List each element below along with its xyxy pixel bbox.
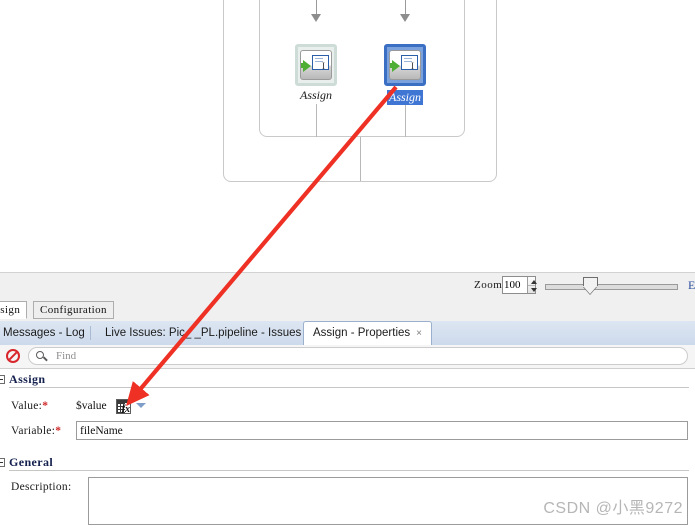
variable-field-label: Variable:* <box>11 425 62 437</box>
chevron-down-icon[interactable] <box>136 403 146 408</box>
zoom-input[interactable] <box>503 277 527 293</box>
zoom-spinner[interactable] <box>502 276 537 294</box>
zoom-slider-thumb[interactable] <box>583 277 598 294</box>
process-container-inner <box>259 0 465 137</box>
zoom-thumb-point <box>583 286 597 294</box>
close-icon[interactable]: × <box>416 328 422 339</box>
connector-line-join <box>360 137 361 181</box>
tab-configuration[interactable]: Configuration <box>33 301 114 319</box>
text-caret-icon: I <box>322 61 325 71</box>
section-general-header[interactable]: General <box>0 455 695 471</box>
text-field-icon: I <box>401 55 418 71</box>
tab-assign-properties[interactable]: Assign - Properties × <box>303 321 432 346</box>
zoom-thumb-top <box>583 277 598 286</box>
find-field-wrapper[interactable] <box>28 347 688 365</box>
section-general-title: General <box>9 455 54 469</box>
tab-separator <box>90 326 91 340</box>
zoom-increment-button[interactable] <box>528 277 537 286</box>
variable-input[interactable] <box>76 421 688 440</box>
function-fx-button[interactable]: fx <box>116 399 131 414</box>
properties-find-toolbar <box>0 345 695 369</box>
assign-node-1-box[interactable]: I <box>295 44 337 86</box>
search-icon <box>36 351 44 359</box>
fx-icon-letters: fx <box>121 404 130 414</box>
section-divider <box>9 387 689 388</box>
tab-live-issues[interactable]: Live Issues: Pic_ _PL.pipeline - Issues <box>96 321 310 345</box>
text-field-icon: I <box>312 55 329 71</box>
collapse-toggle-icon[interactable] <box>0 375 5 384</box>
tab-design[interactable]: esign <box>0 301 28 319</box>
tab-assign-properties-label: Assign - Properties <box>313 327 411 339</box>
section-divider <box>9 470 689 471</box>
zoom-slider-track[interactable] <box>545 284 678 290</box>
section-general: General <box>0 455 695 471</box>
assign-node-1-label: Assign <box>299 88 332 102</box>
right-edge-partial-glyph: E <box>688 278 695 292</box>
description-field-label: Description: <box>11 481 72 493</box>
no-entry-icon[interactable] <box>6 349 20 363</box>
application-window: I Assign I Assign Zoom: 100 E sign Confi… <box>0 0 695 530</box>
tab-messages-log[interactable]: Messages - Log <box>0 321 94 345</box>
connector-arrowhead-2 <box>400 14 410 22</box>
zoom-spinner-buttons[interactable] <box>527 277 537 294</box>
zoom-decrement-button[interactable] <box>528 286 537 294</box>
search-input[interactable] <box>54 349 658 363</box>
section-assign-header[interactable]: Assign <box>0 372 695 388</box>
editor-tab-strip: esign Configuration <box>0 299 695 321</box>
connector-line-out-1 <box>316 104 317 137</box>
bottom-panel-tab-bar: Messages - Log Live Issues: Pic_ _PL.pip… <box>0 321 695 346</box>
green-arrow-icon <box>392 60 400 72</box>
text-caret-icon: I <box>411 61 414 71</box>
value-field-label: Value:* <box>11 400 49 412</box>
assign-icon: I <box>389 50 421 80</box>
assign-icon: I <box>300 50 332 80</box>
pipeline-canvas[interactable]: I Assign I Assign <box>0 0 695 272</box>
watermark: CSDN @小黑9272 <box>543 500 683 517</box>
connector-arrowhead-1 <box>311 14 321 22</box>
assign-node-2-label: Assign <box>386 90 423 105</box>
connector-line-out-2 <box>405 104 406 137</box>
section-assign-title: Assign <box>9 372 46 386</box>
value-field-value: $value <box>76 400 107 412</box>
green-arrow-icon <box>303 60 311 72</box>
collapse-toggle-icon[interactable] <box>0 458 5 467</box>
section-assign: Assign <box>0 372 695 388</box>
assign-node-2-box[interactable]: I <box>384 44 426 86</box>
assign-node-2[interactable]: I Assign <box>384 44 426 106</box>
assign-node-1[interactable]: I Assign <box>295 44 337 104</box>
